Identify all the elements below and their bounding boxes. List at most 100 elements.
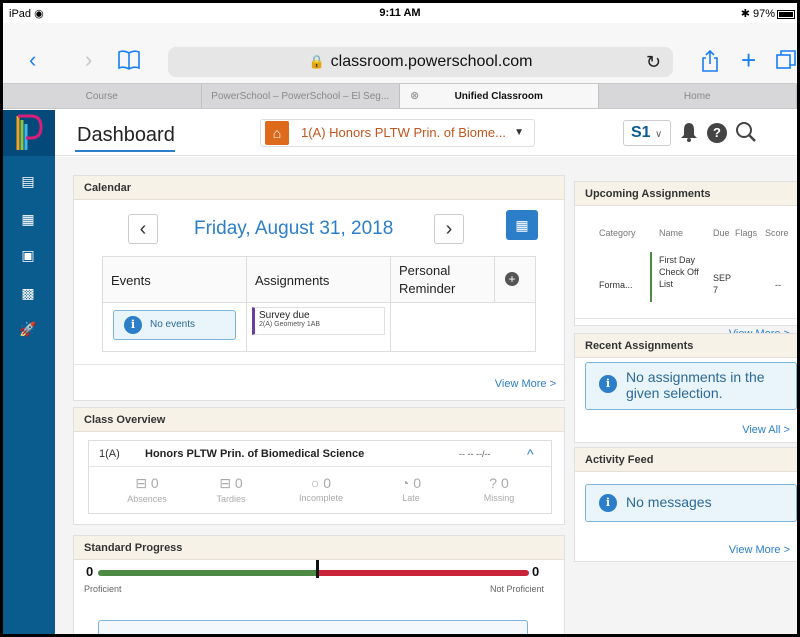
- reload-icon[interactable]: ↻: [646, 47, 661, 77]
- address-bar[interactable]: 🔒 classroom.powerschool.com ↻: [168, 47, 673, 77]
- assignment-title: Survey due: [259, 310, 310, 321]
- upcoming-category: Forma...: [599, 280, 633, 290]
- not-proficient-bar: [317, 570, 529, 576]
- events-header: Events: [103, 257, 247, 303]
- tab-powerschool[interactable]: PowerSchool – PowerSchool – El Seg...: [202, 84, 400, 108]
- chevron-down-icon: ∨: [655, 129, 663, 140]
- assignments-icon[interactable]: ▦: [19, 210, 37, 228]
- standard-progress-title: Standard Progress: [74, 536, 564, 560]
- recent-assignments-panel: Recent Assignments i No assignments in t…: [574, 333, 797, 443]
- battery-icon: [777, 9, 795, 19]
- search-icon[interactable]: [735, 121, 757, 148]
- activity-view-more-link[interactable]: View More >: [729, 544, 790, 556]
- desk-icon: ⊟: [135, 475, 148, 491]
- class-presentation-icon: ⌂: [265, 121, 289, 145]
- not-proficient-count: 0: [532, 564, 540, 579]
- rocket-icon[interactable]: 🚀: [19, 320, 37, 338]
- calendar-view-more-link[interactable]: View More >: [495, 378, 556, 390]
- class-overview-title: Class Overview: [74, 408, 564, 432]
- url-text: classroom.powerschool.com: [330, 53, 533, 70]
- page-title: Dashboard: [77, 124, 175, 146]
- app-header: Dashboard ⌂ 1(A) Honors PLTW Prin. of Bi…: [55, 110, 797, 156]
- forward-icon[interactable]: ›: [85, 49, 92, 71]
- tabs-icon[interactable]: [775, 49, 797, 75]
- no-events-notice: i No events: [113, 310, 236, 340]
- close-tab-icon[interactable]: ⊗: [410, 84, 419, 108]
- calendar-table: Events Assignments Personal Reminder + i…: [102, 256, 536, 352]
- bluetooth-icon: ✱: [740, 8, 750, 20]
- browser-toolbar: ‹ › 🔒 classroom.powerschool.com ↻ +: [3, 23, 797, 83]
- assignment-item[interactable]: Survey due 2(A) Geometry 1AB: [252, 307, 385, 335]
- progress-info-box: [98, 620, 528, 634]
- absences-stat: ⊟ 0 Absences: [127, 475, 167, 504]
- bell-icon[interactable]: [679, 121, 699, 148]
- collapse-chevron-icon[interactable]: ^: [527, 441, 534, 467]
- class-selector-label: 1(A) Honors PLTW Prin. of Biome...: [301, 125, 506, 140]
- incomplete-stat: ○ 0 Incomplete: [298, 475, 344, 503]
- prev-day-button[interactable]: ‹: [128, 214, 158, 244]
- calendar-icon[interactable]: ▩: [19, 284, 37, 302]
- tab-unified-classroom[interactable]: ⊗ Unified Classroom: [400, 84, 599, 108]
- term-selector[interactable]: S1 ∨: [623, 120, 671, 146]
- proficient-count: 0: [86, 564, 94, 579]
- class-selector[interactable]: ⌂ 1(A) Honors PLTW Prin. of Biome... ▼: [260, 119, 535, 147]
- lock-icon: 🔒: [308, 54, 325, 69]
- new-tab-icon[interactable]: +: [741, 47, 756, 73]
- status-bar: iPad ◉ 9:11 AM ✱ 97%: [3, 3, 797, 23]
- browser-tabs: Course PowerSchool – PowerSchool – El Se…: [3, 83, 797, 109]
- no-messages-notice: i No messages: [585, 484, 797, 522]
- progress-marker: [316, 560, 319, 578]
- personal-reminder-header: Personal Reminder: [391, 257, 495, 303]
- missing-stat: ? 0 Missing: [483, 475, 515, 503]
- calendar-title: Calendar: [74, 176, 564, 200]
- upcoming-assignments-panel: Upcoming Assignments Category Name Due F…: [574, 181, 797, 340]
- clock-icon: ◔: [400, 475, 410, 491]
- tab-home[interactable]: Home: [599, 84, 797, 108]
- recent-title: Recent Assignments: [575, 334, 797, 358]
- standard-progress-panel: Standard Progress 0 0 Proficient Not Pro…: [73, 535, 565, 634]
- recent-view-all-link[interactable]: View All >: [742, 424, 790, 436]
- info-icon: i: [599, 494, 617, 512]
- assignment-class: 2(A) Geometry 1AB: [259, 321, 321, 328]
- circle-icon: ○: [310, 475, 320, 491]
- info-icon: i: [124, 316, 142, 334]
- messages-icon[interactable]: ▤: [19, 172, 37, 190]
- class-grade: -- -- --/--: [459, 449, 491, 459]
- app-sidebar: ▤ ▦ ▣ ▩ 🚀: [3, 110, 55, 634]
- calculator-icon[interactable]: ▣: [19, 246, 37, 264]
- activity-feed-panel: Activity Feed i No messages View More >: [574, 447, 797, 562]
- title-underline: [75, 150, 175, 152]
- late-stat: ◔ 0 Late: [400, 475, 422, 503]
- next-day-button[interactable]: ›: [434, 214, 464, 244]
- calendar-panel: Calendar ‹ Friday, August 31, 2018 › ▦ E…: [73, 175, 565, 401]
- tab-course[interactable]: Course: [3, 84, 202, 108]
- tardies-stat: ⊟ 0 Tardies: [216, 475, 246, 504]
- add-reminder-icon[interactable]: +: [505, 272, 519, 286]
- share-icon[interactable]: [700, 49, 720, 77]
- upcoming-score: --: [775, 280, 781, 290]
- powerschool-logo[interactable]: [3, 110, 55, 156]
- recent-empty-notice: i No assignments in the given selection.: [585, 362, 797, 410]
- clock: 9:11 AM: [379, 7, 421, 19]
- calendar-date: Friday, August 31, 2018: [194, 218, 394, 239]
- assignments-header: Assignments: [247, 257, 391, 303]
- desk-icon: ⊟: [219, 475, 232, 491]
- question-icon: ?: [489, 475, 498, 491]
- bookmarks-icon[interactable]: [117, 49, 141, 75]
- proficient-label: Proficient: [84, 584, 122, 594]
- class-name: Honors PLTW Prin. of Biomedical Science: [145, 448, 365, 460]
- proficient-bar: [98, 570, 317, 576]
- help-icon[interactable]: ?: [707, 121, 727, 143]
- screen-frame: iPad ◉ 9:11 AM ✱ 97% ‹ › 🔒 classroom.powe…: [0, 0, 800, 637]
- class-overview-panel: Class Overview 1(A) Honors PLTW Prin. of…: [73, 407, 565, 525]
- class-card: 1(A) Honors PLTW Prin. of Biomedical Sci…: [88, 440, 552, 514]
- caret-down-icon: ▼: [514, 127, 524, 138]
- upcoming-due: SEP 7: [713, 273, 731, 295]
- upcoming-name[interactable]: First Day Check Off List: [659, 254, 703, 290]
- info-icon: i: [599, 375, 617, 393]
- back-icon[interactable]: ‹: [29, 49, 36, 71]
- battery-percent: 97%: [752, 8, 775, 20]
- class-period: 1(A): [99, 448, 120, 460]
- not-proficient-label: Not Proficient: [489, 584, 544, 594]
- calendar-picker-button[interactable]: ▦: [506, 210, 538, 240]
